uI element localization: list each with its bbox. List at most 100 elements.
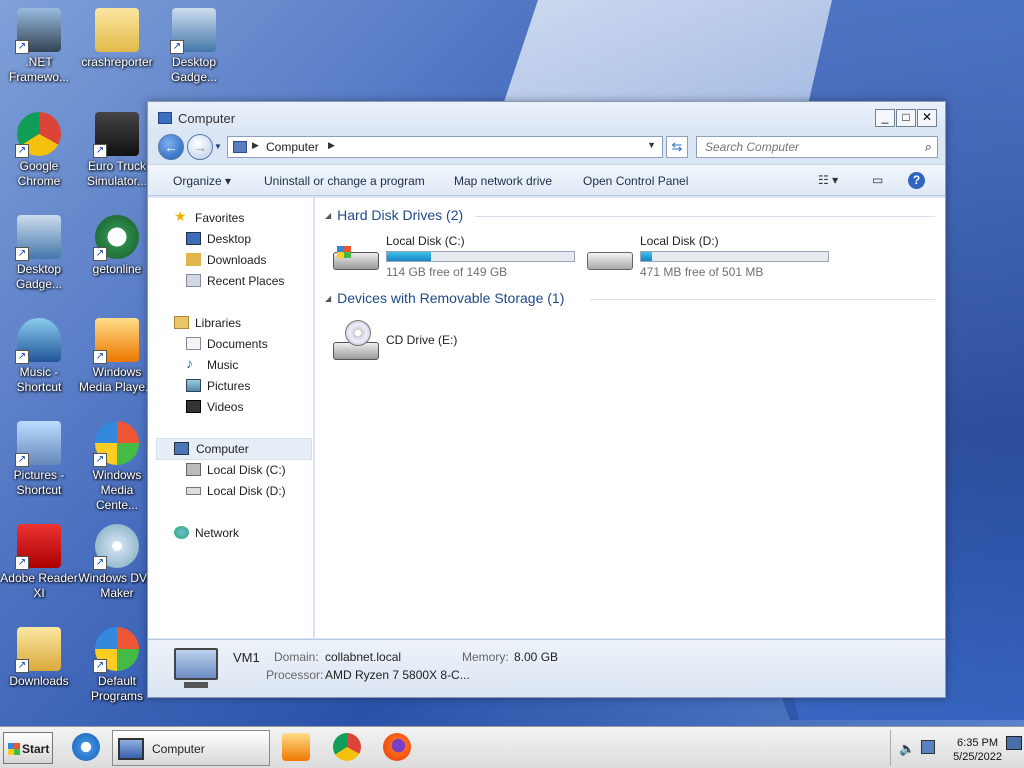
desktop-icon-label: Windows DVD Maker <box>78 571 156 600</box>
desktop-icon-default-programs[interactable]: ↗ Default Programs <box>78 627 156 704</box>
organize-button[interactable]: Organize ▾ <box>173 174 231 188</box>
desktop-icon-label: Default Programs <box>90 674 143 703</box>
taskbar-firefox[interactable] <box>377 731 417 765</box>
nav-label: Computer <box>196 442 249 456</box>
desktop-icon-label: Desktop Gadge... <box>170 55 218 84</box>
breadcrumb-chevron-icon[interactable]: ▶ <box>328 140 335 151</box>
computer-icon <box>174 442 189 455</box>
desktop-icon-crashreporter[interactable]: crashreporter <box>78 8 156 70</box>
desktop-icon-desktop-gadgets-2[interactable]: ↗ Desktop Gadge... <box>0 215 78 292</box>
music-note-icon: ♪ <box>186 355 193 371</box>
maximize-button[interactable]: □ <box>896 109 916 127</box>
taskbar-task-computer[interactable]: Computer <box>112 730 270 766</box>
desktop-icon-label: .NET Framewo... <box>8 55 69 84</box>
desktop-icon-net-framework[interactable]: ↗ .NET Framewo... <box>0 8 78 85</box>
media-center-icon: ↗ <box>93 421 139 467</box>
speaker-icon[interactable]: 🔈 <box>899 741 915 757</box>
taskbar: Start Computer 🔈 6:35 PM 5/25/2022 <box>0 726 1024 768</box>
folder-icon <box>95 8 139 52</box>
help-icon[interactable]: ? <box>908 172 925 189</box>
close-button[interactable]: ✕ <box>917 109 937 127</box>
collapse-triangle-icon[interactable]: ◢ <box>325 294 331 303</box>
taskbar-internet-explorer[interactable] <box>66 731 106 765</box>
minimize-button[interactable]: _ <box>875 109 895 127</box>
address-bar[interactable]: ▶ Computer ▶ ▼ <box>227 136 663 158</box>
default-programs-icon: ↗ <box>93 627 139 673</box>
taskbar-media-player[interactable] <box>276 731 316 765</box>
computer-name: VM1 <box>233 650 260 665</box>
back-button[interactable]: ← <box>158 134 184 160</box>
nav-label: Network <box>195 526 240 540</box>
nav-label: Local Disk (C:) <box>207 463 286 477</box>
desktop-icon-adobe-reader[interactable]: ↗ Adobe Reader XI <box>0 524 78 601</box>
uninstall-program-button[interactable]: Uninstall or change a program <box>264 174 425 188</box>
search-box[interactable]: ⌕ <box>696 136 938 158</box>
computer-icon <box>233 141 247 153</box>
nav-label: Recent Places <box>207 274 285 288</box>
pictures-icon: ↗ <box>15 421 61 467</box>
group-header-removable[interactable]: ◢ Devices with Removable Storage (1) <box>325 290 564 306</box>
address-dropdown-icon[interactable]: ▼ <box>647 140 656 150</box>
change-view-icon[interactable]: ☷ ▾ <box>818 173 838 187</box>
nav-label: Pictures <box>207 379 251 393</box>
group-title: Hard Disk Drives (2) <box>337 207 464 223</box>
desktop-icon-desktop-gadgets[interactable]: ↗ Desktop Gadge... <box>155 8 233 85</box>
breadcrumb-chevron-icon[interactable]: ▶ <box>252 140 259 151</box>
desktop-icon-label: Desktop Gadge... <box>15 262 63 291</box>
computer-icon <box>174 648 218 680</box>
hp-icon: ↗ <box>93 215 139 261</box>
group-header-hard-disks[interactable]: ◢ Hard Disk Drives (2) <box>325 207 463 223</box>
show-desktop-icon[interactable] <box>1006 736 1022 750</box>
desktop-icon-getonline[interactable]: ↗ getonline <box>78 215 156 277</box>
drive-usage-bar <box>386 251 575 262</box>
chrome-icon <box>333 733 361 761</box>
collapse-triangle-icon[interactable]: ◢ <box>325 211 331 220</box>
videos-icon <box>186 400 201 413</box>
desktop-icon-euro-truck[interactable]: ↗ Euro Truck Simulator... <box>78 112 156 189</box>
drive-usage-bar <box>640 251 829 262</box>
desktop-icon-music-shortcut[interactable]: ↗ Music - Shortcut <box>0 318 78 395</box>
back-arrow-icon: ← <box>164 139 178 155</box>
search-icon[interactable]: ⌕ <box>925 139 932 155</box>
clock[interactable]: 6:35 PM 5/25/2022 <box>953 736 1002 764</box>
desktop-icon-downloads[interactable]: ↗ Downloads <box>0 627 78 689</box>
desktop-icon-chrome[interactable]: ↗ Google Chrome <box>0 112 78 189</box>
desktop-icon-media-player[interactable]: ↗ Windows Media Playe... <box>78 318 156 395</box>
desktop-icon-label: Windows Media Playe... <box>78 365 156 394</box>
desktop-icon-dvd-maker[interactable]: ↗ Windows DVD Maker <box>78 524 156 601</box>
drive-name: Local Disk (C:) <box>386 234 465 248</box>
taskbar-chrome[interactable] <box>327 731 367 765</box>
open-control-panel-button[interactable]: Open Control Panel <box>583 174 688 188</box>
recent-pages-dropdown-icon[interactable]: ▼ <box>214 142 222 151</box>
desktop-gadget-icon: ↗ <box>170 8 216 54</box>
drive-free-space: 471 MB free of 501 MB <box>640 265 764 279</box>
title-bar[interactable]: Computer _ □ ✕ <box>148 102 945 132</box>
dvd-maker-icon: ↗ <box>93 524 139 570</box>
command-bar: Organize ▾ Uninstall or change a program… <box>148 164 945 196</box>
refresh-button[interactable]: ⇆ <box>666 136 688 158</box>
navigation-pane: ★ Favorites Desktop Downloads Recent Pla… <box>148 198 314 638</box>
forward-button[interactable]: → <box>187 134 213 160</box>
libraries-icon <box>174 316 189 329</box>
map-network-drive-button[interactable]: Map network drive <box>454 174 552 188</box>
nav-computer[interactable]: Computer <box>156 438 312 460</box>
details-pane: VM1 Domain: collabnet.local Memory: 8.00… <box>148 639 945 697</box>
processor-value: AMD Ryzen 7 5800X 8-C... <box>325 668 470 682</box>
start-button[interactable]: Start <box>3 732 53 764</box>
search-input[interactable] <box>705 140 905 154</box>
desktop-icon-pictures-shortcut[interactable]: ↗ Pictures - Shortcut <box>0 421 78 498</box>
preview-pane-icon[interactable]: ▭ <box>872 173 883 187</box>
memory-value: 8.00 GB <box>514 650 559 664</box>
desktop-icon-label: Adobe Reader XI <box>0 571 78 600</box>
hard-drive-icon <box>186 487 201 495</box>
breadcrumb-computer[interactable]: Computer <box>266 140 319 154</box>
music-icon: ↗ <box>15 318 61 364</box>
desktop-icon-label: Downloads <box>9 674 69 688</box>
hard-drive-windows-icon <box>333 244 381 274</box>
address-row: ← → ▼ ▶ Computer ▶ ▼ ⇆ ⌕ <box>156 133 938 161</box>
desktop-icon-label: getonline <box>92 262 142 276</box>
computer-stand <box>184 682 208 688</box>
network-status-icon[interactable] <box>921 740 935 754</box>
desktop-icon-media-center[interactable]: ↗ Windows Media Cente... <box>78 421 156 513</box>
domain-label: Domain: <box>274 650 319 664</box>
